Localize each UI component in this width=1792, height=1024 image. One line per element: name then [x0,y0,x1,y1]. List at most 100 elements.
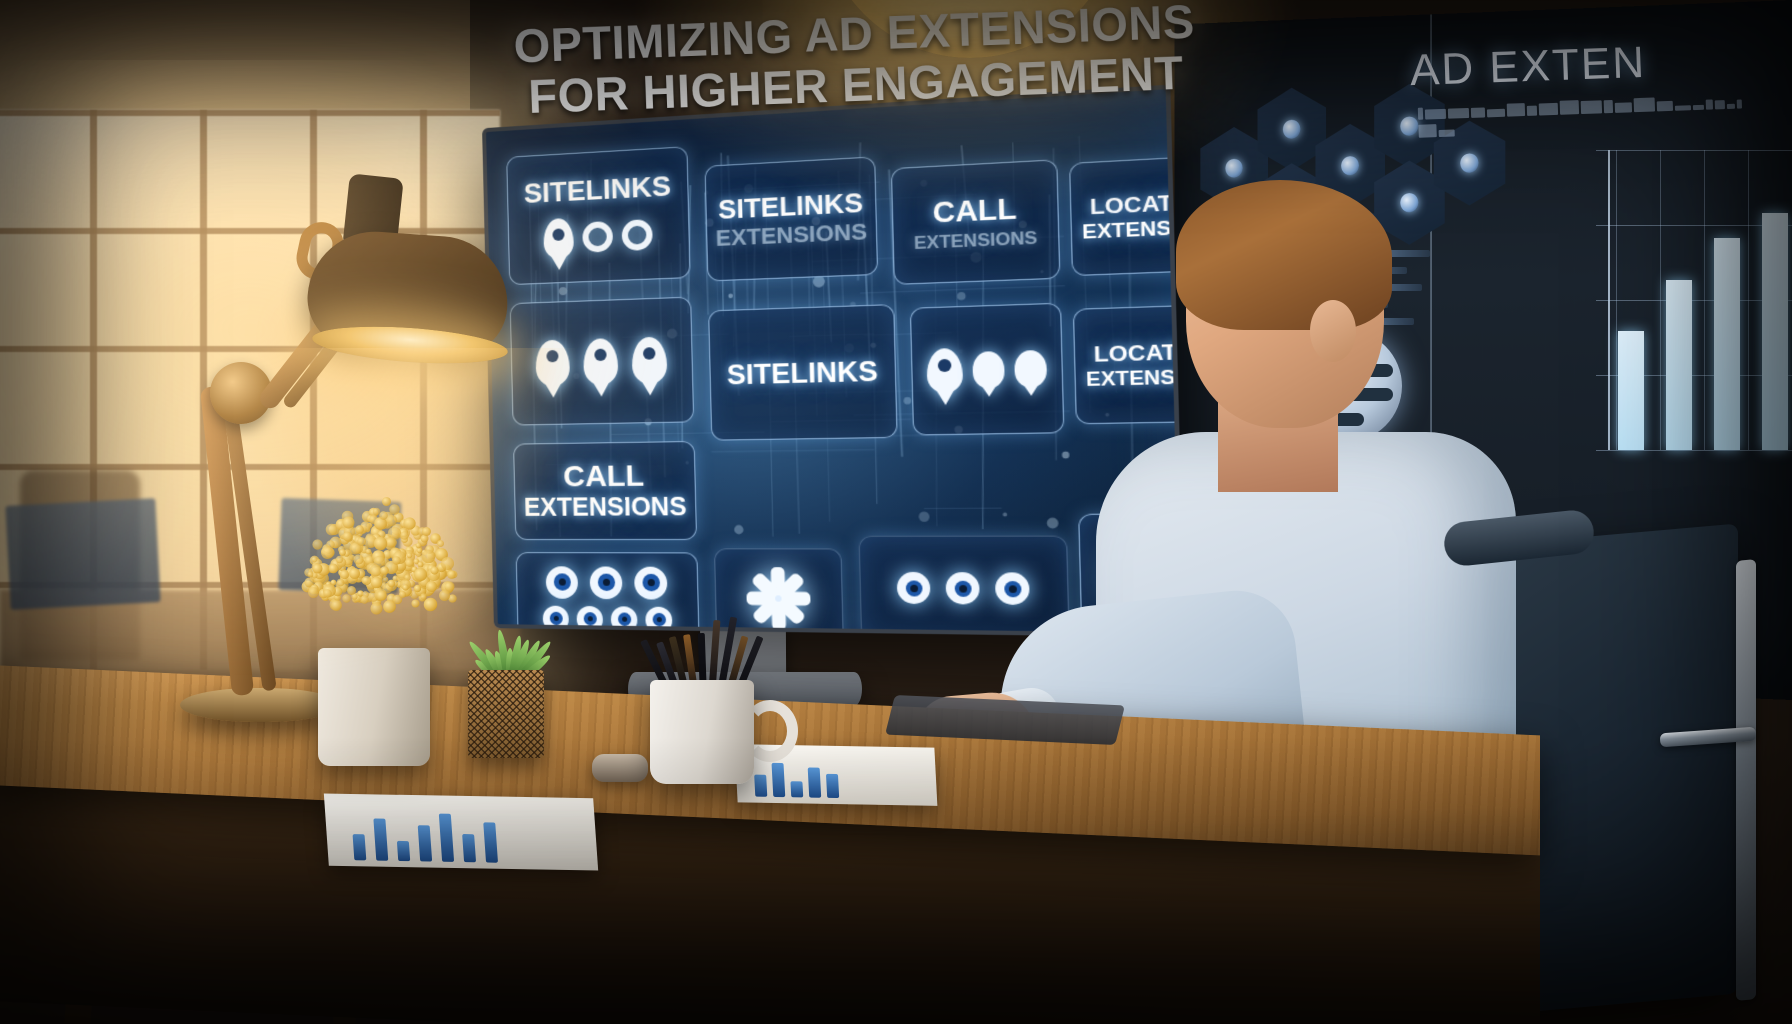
panel-icons [543,214,653,260]
badge-icon [1014,350,1047,388]
holo-subtitle-bar [1581,100,1602,114]
flower-bud [360,595,369,604]
flower-bud [439,590,450,601]
chart-gridline-horizontal [1596,450,1792,451]
flower-bud [355,525,364,534]
holo-subtitle-bar [1615,102,1632,113]
badge-icon [972,351,1005,388]
report-bar [397,841,410,861]
target-icon [576,605,603,632]
holo-subtitle-bar [1539,103,1558,116]
eraser-stack[interactable] [592,754,648,782]
holo-subtitle-bar [1634,97,1655,112]
chair-chrome-frame-right [1736,559,1756,1001]
flower-bud [411,599,419,607]
holo-subtitle-bar [1418,108,1423,120]
panel-location-2[interactable]: LOCATION EXTENSIONS [1073,303,1185,424]
flower-bud [392,556,401,565]
chart-bar [1618,331,1644,450]
map-pin-icon [583,338,618,386]
flower-bud [313,563,323,573]
holo-subtitle-bar [1727,104,1735,109]
flower-bud [380,566,389,575]
target-icon [945,572,979,604]
flower-pot[interactable] [318,648,430,766]
person-hair [1176,180,1392,330]
pencil-cup-mug[interactable] [650,680,754,784]
flower-bud [441,557,454,570]
holo-subtitle-bar [1425,109,1446,120]
target-icon [995,572,1030,605]
report-bar [418,825,432,861]
flower-bud [405,558,414,567]
panel-location-badges[interactable] [910,303,1065,436]
dried-flowers [296,458,464,658]
holo-subtitle-bar [1439,129,1455,137]
report-bar [353,834,367,860]
panel-label-line1: LOCATION [1093,339,1185,366]
panel-label-line1: CALL [932,194,1017,228]
main-monitor-screen[interactable]: SITELINKS SITELINKS EXTENSIONS CALL EXTE… [482,85,1185,638]
flower-bud [331,600,342,611]
flower-bud [337,578,345,586]
report-bar [826,774,839,798]
flower-bud [437,540,444,547]
flower-bud [420,593,426,599]
report-bar [483,822,498,862]
printed-report-left[interactable] [324,794,598,871]
target-icon [589,566,622,599]
report-bar [808,767,822,797]
panel-label-line2: EXTENSIONS [716,220,868,250]
panel-label-line2: EXTENSIONS [914,229,1038,253]
scene-root: AD EXTEN SITELINKS SITELINKS EXTENSIONS … [0,0,1792,1024]
panel-sitelinks-3[interactable]: SITELINKS [708,304,898,441]
map-pin-icon [631,337,667,385]
report-bar [790,781,803,797]
flower-bud [422,527,431,536]
holo-subtitle-bar [1560,100,1579,115]
holo-subtitle-bar [1471,107,1485,117]
flower-bud [447,570,456,579]
panel-icons [926,346,1047,394]
ad-extensions-bar-chart [1596,150,1792,450]
holo-subtitle-bar [1604,100,1613,113]
flower-bud [426,581,437,592]
holo-subtitle-bar [1487,109,1505,118]
flower-bud [362,576,371,585]
background-monitor-left [5,498,160,610]
flower-bud [347,586,356,595]
panel-location-1[interactable]: LOCATION EXTENSIONS [1069,154,1185,276]
panel-sitelinks-2[interactable]: SITELINKS EXTENSIONS [705,156,879,281]
flower-bud [357,537,366,546]
holo-subtitle-bar [1737,99,1742,108]
flower-bud [373,537,386,550]
report-bar [373,818,388,860]
holo-subtitle-bar [1706,99,1713,109]
flower-bud [343,594,351,602]
flower-bud [343,516,355,528]
map-pin-icon [926,348,963,394]
panel-call-1[interactable]: CALL EXTENSIONS [891,159,1061,285]
target-icon [897,572,931,604]
flower-bud [382,497,391,506]
flower-bud [403,517,415,529]
ring-icon [582,221,613,253]
panel-icons [897,572,1030,605]
chart-bar [1762,213,1788,450]
report-bar [462,834,476,862]
flower-bud [308,587,319,598]
mesh-pen-holder[interactable] [468,670,544,758]
report-bar [754,775,767,797]
person-ear [1310,300,1356,362]
panel-label-line2: EXTENSIONS [1086,365,1185,389]
holo-subtitle-bar [1418,124,1436,138]
holo-subtitle-bar [1657,101,1673,112]
panel-call-dots[interactable] [859,536,1070,638]
holo-subtitle-bar [1448,108,1469,119]
holo-subtitle-bar [1507,103,1525,117]
holo-subtitle-bar [1675,105,1691,111]
flower-bud [343,531,353,541]
report-bar [439,814,454,862]
report-bar [772,763,786,797]
flower-bud [414,568,427,581]
